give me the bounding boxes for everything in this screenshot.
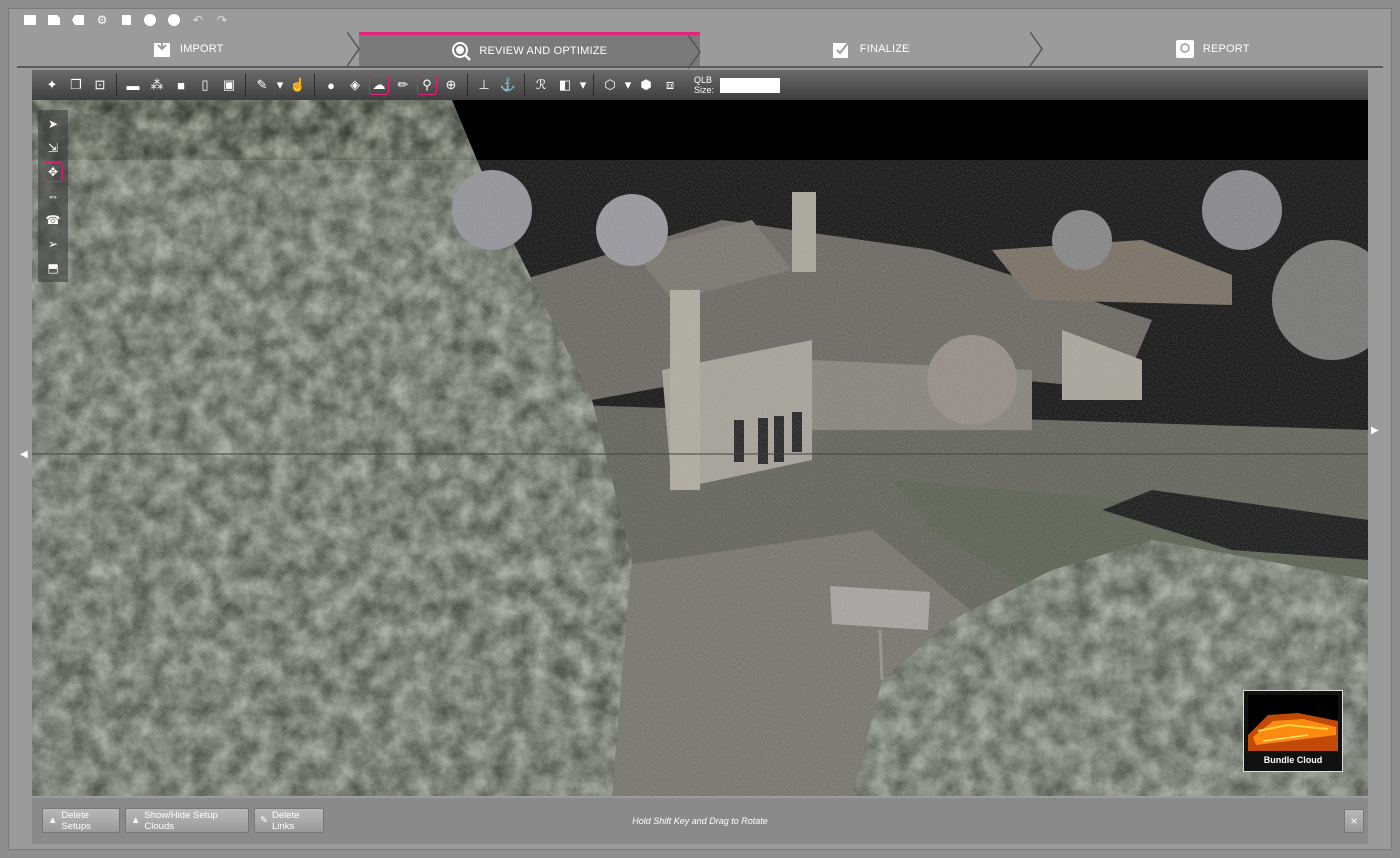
bundle-cloud-thumbnail[interactable]: Bundle Cloud [1243, 690, 1343, 772]
location-pin-icon[interactable]: ⚲ [417, 75, 437, 95]
toolbar-group-view: ✦ ❐ ⊡ [36, 74, 117, 96]
pointer-touch-icon[interactable]: ☝ [288, 75, 308, 95]
cube-icon[interactable]: ⬡ [600, 75, 620, 95]
toolbar-group-annotate: ● ◈ ☁ ✏ ⚲ ⊕ [315, 74, 468, 96]
finalize-icon [832, 42, 849, 58]
box-export-icon[interactable]: ⧈ [660, 75, 680, 95]
qlb-size-control: QLB Size: [686, 75, 781, 95]
pointer-icon[interactable]: ➤ [43, 114, 63, 134]
copy-icon[interactable]: ❐ [66, 75, 86, 95]
ruler-icon[interactable]: ✎ [252, 75, 272, 95]
step-label: FINALIZE [859, 43, 910, 55]
toolbar-group-transform: ⊥ ⚓ [468, 74, 525, 96]
toolbar-group-box: ⬡ ▾ ⬢ ⧈ [594, 74, 686, 96]
dropdown-icon[interactable]: ▾ [276, 75, 284, 95]
sphere-icon[interactable]: ● [321, 75, 341, 95]
measure-distance-icon[interactable]: ⇔ [43, 186, 63, 206]
dropdown-icon[interactable]: ▾ [624, 75, 632, 95]
box-clip-icon[interactable]: ⬢ [636, 75, 656, 95]
step-report[interactable]: REPORT [1042, 32, 1384, 66]
import-icon [153, 39, 170, 57]
view-cube-icon[interactable]: ⬒ [43, 258, 63, 278]
step-import[interactable]: IMPORT [17, 32, 360, 66]
step-label: REPORT [1202, 43, 1250, 55]
step-label: REVIEW AND OPTIMIZE [479, 44, 608, 57]
step-finalize[interactable]: FINALIZE [700, 32, 1043, 66]
gear-icon[interactable]: ⚙ [94, 12, 110, 28]
main-toolbar: ✦ ❐ ⊡ ▬ ⁂ ■ ▯ ▣ ✎ ▾ ☝ ● ◈ ☁ ✏ ⚲ ⊕ ⊥ ⚓ ℛ … [32, 70, 1368, 100]
toolbar-group-display: ▬ ⁂ ■ ▯ ▣ [117, 74, 246, 96]
cluster-icon[interactable]: ⁂ [147, 75, 167, 95]
redo-icon[interactable]: ↷ [214, 12, 230, 28]
fly-icon[interactable]: ➢ [43, 234, 63, 254]
workflow-steps: IMPORT REVIEW AND OPTIMIZE FINALIZE REPO… [17, 32, 1384, 69]
undo-icon[interactable]: ↶ [190, 12, 206, 28]
step-separator [1029, 32, 1043, 66]
cloud-icon[interactable]: ☁ [369, 75, 389, 95]
select-icon[interactable]: ⇲ [43, 138, 63, 158]
qlb-labels: QLB Size: [694, 75, 714, 95]
point-cloud-scene [32, 100, 1368, 796]
orbit-icon[interactable]: ✥ [43, 162, 63, 182]
qlb-size-input[interactable] [720, 77, 781, 93]
step-review-and-optimize[interactable]: REVIEW AND OPTIMIZE [358, 32, 701, 69]
right-panel-toggle-icon[interactable]: ▶ [1371, 425, 1379, 436]
magnifier-icon [452, 41, 472, 61]
tag-icon[interactable] [70, 12, 86, 28]
anchor-icon[interactable]: ⚓ [498, 75, 518, 95]
select-cloud-icon[interactable]: ✦ [42, 75, 62, 95]
panorama-icon[interactable]: ▯ [195, 75, 215, 95]
step-separator [346, 32, 360, 66]
new-icon[interactable] [22, 12, 38, 28]
step-separator [688, 35, 701, 69]
zoom-fit-icon[interactable]: ⊡ [90, 75, 110, 95]
image-icon[interactable]: ▣ [219, 75, 239, 95]
eraser-icon[interactable]: ◧ [555, 75, 575, 95]
toolbar-group-measure: ✎ ▾ ☝ [246, 74, 315, 96]
bundle-cloud-label: Bundle Cloud [1263, 755, 1323, 765]
qlb-label: QLB [694, 75, 713, 85]
bundle-cloud-preview [1248, 695, 1338, 751]
step-label: IMPORT [179, 43, 224, 55]
circle-icon[interactable] [166, 12, 182, 28]
pencil-icon[interactable]: ✏ [393, 75, 413, 95]
quick-access-bar: ⚙ ↶ ↷ [22, 10, 230, 30]
point-cloud-viewport[interactable] [32, 100, 1368, 796]
dropdown-icon[interactable]: ▾ [579, 75, 587, 95]
walk-icon[interactable]: ☎ [43, 210, 63, 230]
save-icon[interactable] [118, 12, 134, 28]
bottom-action-bar: ▲ Delete Setups ▲ Show/Hide Setup Clouds… [32, 798, 1368, 844]
camera-icon[interactable]: ▬ [123, 75, 143, 95]
left-panel-toggle-icon[interactable]: ◀ [20, 449, 28, 460]
size-label: Size: [694, 85, 715, 95]
tag-icon[interactable]: ◈ [345, 75, 365, 95]
brush-icon[interactable]: ℛ [531, 75, 551, 95]
toolbar-group-render: ℛ ◧ ▾ [525, 74, 594, 96]
report-icon [1175, 40, 1194, 58]
navigation-toolbar: ➤ ⇲ ✥ ⇔ ☎ ➢ ⬒ [38, 110, 68, 282]
axis-icon[interactable]: ⊥ [474, 75, 494, 95]
square-icon[interactable]: ■ [171, 75, 191, 95]
user-target-icon[interactable]: ⊕ [441, 75, 461, 95]
status-hint: Hold Shift Key and Drag to Rotate [632, 816, 768, 826]
open-icon[interactable] [46, 12, 62, 28]
circle-icon[interactable] [142, 12, 158, 28]
close-button[interactable]: × [1344, 809, 1364, 833]
